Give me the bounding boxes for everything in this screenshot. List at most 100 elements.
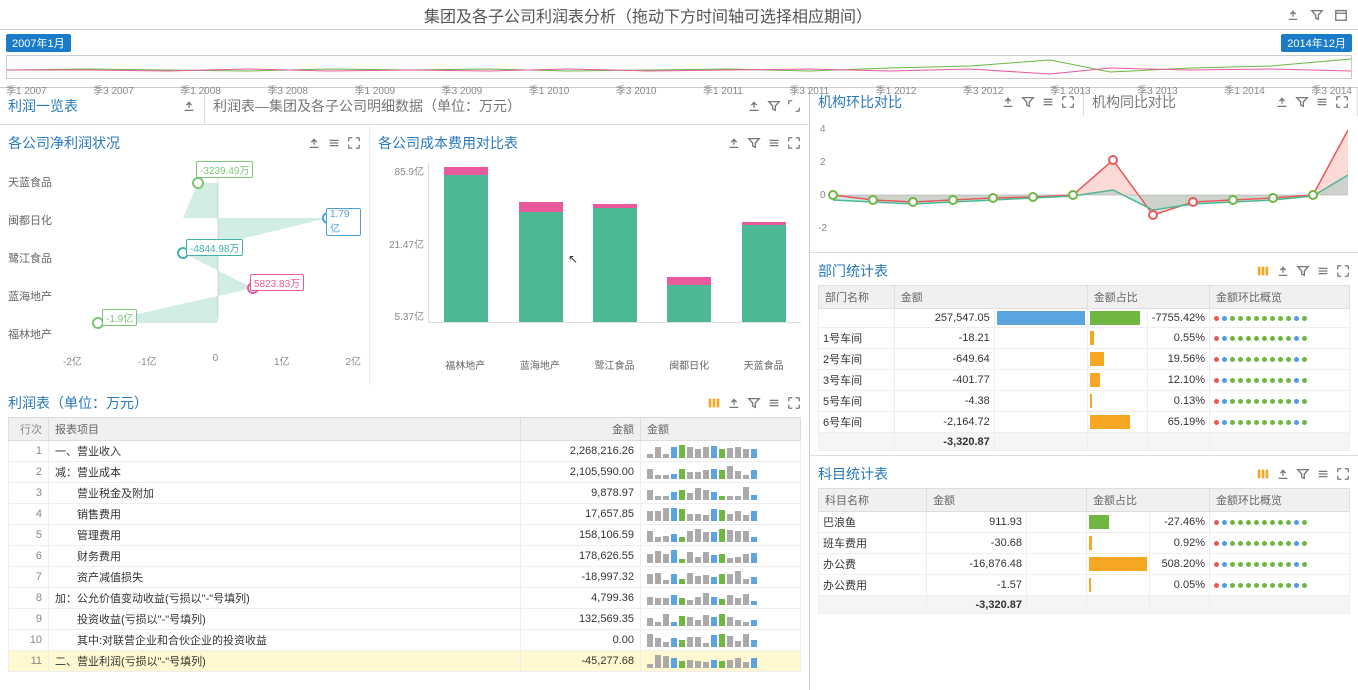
export-icon[interactable]	[727, 396, 741, 410]
bar[interactable]	[742, 222, 786, 322]
table-row[interactable]: 办公费用-1.570.05%	[819, 575, 1350, 596]
table-row[interactable]: 1号车间-18.210.55%	[819, 328, 1350, 349]
col-header[interactable]: 金额占比	[1087, 489, 1210, 512]
settings-icon[interactable]	[327, 136, 341, 150]
settings-icon[interactable]	[767, 396, 781, 410]
bar[interactable]	[444, 167, 488, 322]
filter-icon[interactable]	[747, 396, 761, 410]
export-icon[interactable]	[1001, 95, 1015, 109]
table-row[interactable]: 2号车间-649.6419.56%	[819, 349, 1350, 370]
table-row[interactable]: 巴浪鱼911.93-27.46%	[819, 512, 1350, 533]
x-label: 福林地产	[445, 357, 485, 372]
export-icon[interactable]	[1276, 264, 1290, 278]
columns-icon[interactable]	[1256, 467, 1270, 481]
filter-icon[interactable]	[1296, 264, 1310, 278]
col-header[interactable]: 金额	[641, 418, 801, 441]
table-row[interactable]: 5 管理费用158,106.59	[9, 525, 801, 546]
settings-icon[interactable]	[767, 136, 781, 150]
table-row[interactable]: 6 财务费用178,626.55	[9, 546, 801, 567]
col-header[interactable]: 金额环比概览	[1210, 286, 1350, 309]
table-row[interactable]: 5号车间-4.380.13%	[819, 391, 1350, 412]
table-row[interactable]: 办公费-16,876.48508.20%	[819, 554, 1350, 575]
columns-icon[interactable]	[707, 396, 721, 410]
timeline-scrubber[interactable]: 2007年1月 2014年12月 季1 2007季3 2007季1 2008季3…	[0, 30, 1358, 88]
dept-total: -3,320.87	[894, 433, 994, 451]
bar[interactable]	[519, 202, 563, 322]
filter-icon[interactable]	[1021, 95, 1035, 109]
callout-label: -4844.98万	[186, 239, 243, 256]
expand-icon[interactable]	[1336, 264, 1350, 278]
timeline-tick: 季1 2008	[180, 82, 221, 97]
filter-icon[interactable]	[1295, 95, 1309, 109]
columns-icon[interactable]	[1256, 264, 1270, 278]
calendar-icon[interactable]	[1334, 8, 1348, 22]
col-header[interactable]: 部门名称	[819, 286, 895, 309]
table-row[interactable]: 1一、营业收入2,268,216.26	[9, 441, 801, 462]
export-icon[interactable]	[182, 99, 196, 113]
col-header[interactable]: 金额环比概览	[1210, 489, 1350, 512]
profit-table[interactable]: 行次 报表项目 金额 金额 1一、营业收入2,268,216.262减：营业成本…	[8, 417, 801, 672]
callout-label: -3239.49万	[196, 161, 253, 178]
export-icon[interactable]	[1276, 467, 1290, 481]
timeline-tick: 季1 2009	[355, 82, 396, 97]
net-profit-chart[interactable]: 天蓝食品闽都日化鹭江食品蓝海地产福林地产 -3239.49万 1.79亿 -48…	[8, 163, 361, 353]
timeline-tick: 季1 2011	[703, 82, 743, 97]
profit-table-title: 利润表（单位：万元）	[8, 393, 707, 413]
export-icon[interactable]	[747, 99, 761, 113]
timeline-tick: 季3 2010	[616, 82, 657, 97]
col-header[interactable]: 金额	[521, 418, 641, 441]
export-icon[interactable]	[1275, 95, 1289, 109]
col-header[interactable]: 金额	[894, 286, 1087, 309]
callout-label: 5823.83万	[250, 274, 304, 291]
table-row[interactable]: 2减：营业成本2,105,590.00	[9, 462, 801, 483]
table-row[interactable]: 7 资产减值损失-18,997.32	[9, 567, 801, 588]
export-icon[interactable]	[307, 136, 321, 150]
cost-compare-chart[interactable]: 85.9亿21.47亿5.37亿	[378, 163, 801, 353]
timeline-tick: 季3 2008	[267, 82, 308, 97]
expand-icon[interactable]	[1336, 467, 1350, 481]
filter-icon[interactable]	[767, 99, 781, 113]
settings-icon[interactable]	[1315, 95, 1329, 109]
col-header[interactable]: 金额占比	[1087, 286, 1209, 309]
table-row[interactable]: 3 营业税金及附加9,878.97	[9, 483, 801, 504]
table-row[interactable]: 班车费用-30.680.92%	[819, 533, 1350, 554]
bar[interactable]	[667, 277, 711, 322]
table-row[interactable]: 6号车间-2,164.7265.19%	[819, 412, 1350, 433]
timeline-end[interactable]: 2014年12月	[1281, 34, 1352, 52]
expand-icon[interactable]	[1061, 95, 1075, 109]
svg-text:2: 2	[820, 157, 826, 168]
table-row[interactable]: 11二、营业利润(亏损以"-"号填列)-45,277.68	[9, 651, 801, 672]
col-header[interactable]: 报表项目	[49, 418, 521, 441]
export-icon[interactable]	[1286, 8, 1300, 22]
table-row[interactable]: 10 其中:对联营企业和合伙企业的投资收益0.00	[9, 630, 801, 651]
col-header[interactable]: 科目名称	[819, 489, 927, 512]
timeline-tick: 季1 2012	[876, 82, 917, 97]
settings-icon[interactable]	[1041, 95, 1055, 109]
expand-icon[interactable]	[347, 136, 361, 150]
filter-icon[interactable]	[1296, 467, 1310, 481]
subj-stats-table[interactable]: 科目名称 金额 金额占比 金额环比概览 巴浪鱼911.93-27.46%班车费用…	[818, 488, 1350, 614]
x-label: 闽都日化	[669, 357, 709, 372]
bar[interactable]	[593, 204, 637, 322]
export-icon[interactable]	[727, 136, 741, 150]
table-row[interactable]: 257,547.05-7755.42%	[819, 309, 1350, 328]
timeline-sparkline[interactable]	[6, 55, 1352, 79]
timeline-start[interactable]: 2007年1月	[6, 34, 71, 52]
expand-icon[interactable]	[1335, 95, 1349, 109]
app-header: 集团及各子公司利润表分析（拖动下方时间轴可选择相应期间）	[0, 0, 1358, 30]
filter-icon[interactable]	[747, 136, 761, 150]
settings-icon[interactable]	[1316, 467, 1330, 481]
expand-icon[interactable]	[787, 99, 801, 113]
table-row[interactable]: 3号车间-401.7712.10%	[819, 370, 1350, 391]
expand-icon[interactable]	[787, 396, 801, 410]
table-row[interactable]: 9 投资收益(亏损以"-"号填列)132,569.35	[9, 609, 801, 630]
dept-stats-table[interactable]: 部门名称 金额 金额占比 金额环比概览 257,547.05-7755.42%1…	[818, 285, 1350, 451]
settings-icon[interactable]	[1316, 264, 1330, 278]
expand-icon[interactable]	[787, 136, 801, 150]
table-row[interactable]: 4 销售费用17,657.85	[9, 504, 801, 525]
table-row[interactable]: 8加：公允价值变动收益(亏损以"-"号填列)4,799.36	[9, 588, 801, 609]
col-header[interactable]: 行次	[9, 418, 49, 441]
col-header[interactable]: 金额	[927, 489, 1087, 512]
filter-icon[interactable]	[1310, 8, 1324, 22]
mom-chart[interactable]: 4 2 0 -2	[810, 116, 1358, 246]
